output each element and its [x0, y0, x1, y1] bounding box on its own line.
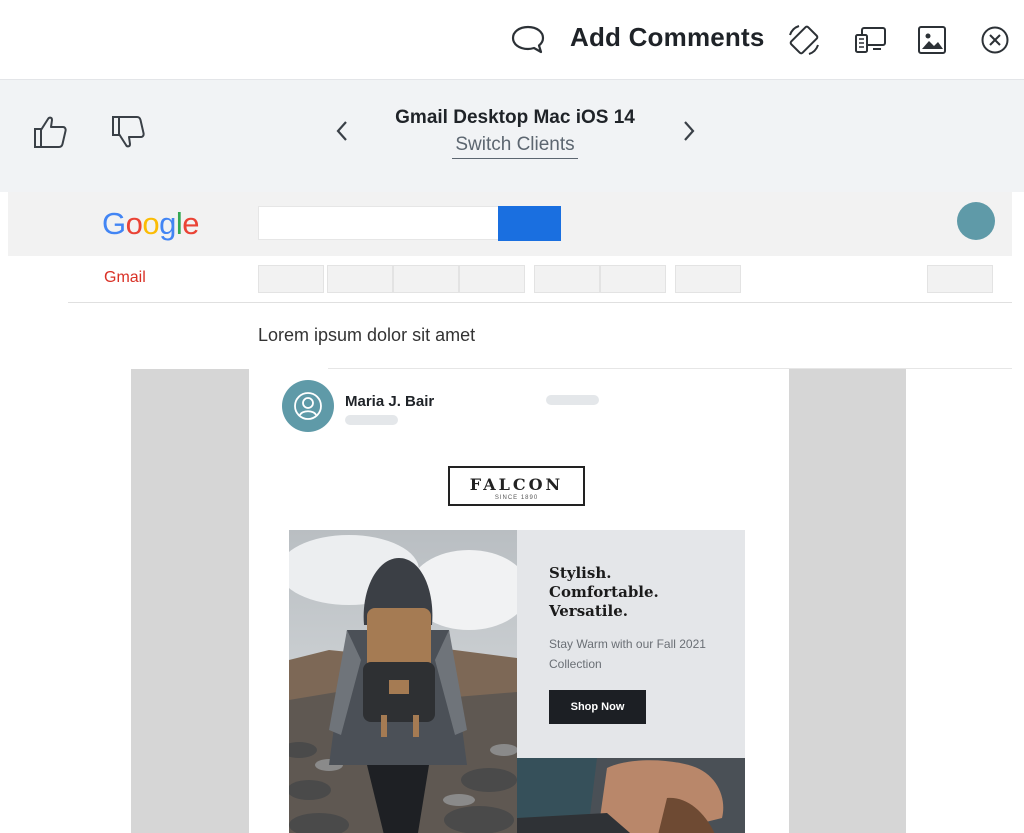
email-subject: Lorem ipsum dolor sit amet	[258, 325, 476, 345]
thumbs-up-icon[interactable]	[28, 110, 72, 154]
falcon-logo: FALCON SINCE 1890	[448, 466, 585, 506]
gmail-toolbar-button[interactable]	[459, 265, 525, 293]
gmail-toolbar-button[interactable]	[600, 265, 666, 293]
shop-now-button[interactable]: Shop Now	[549, 690, 646, 724]
gmail-toolbar-button[interactable]	[327, 265, 393, 293]
gmail-toolbar-button[interactable]	[675, 265, 741, 293]
client-name: Gmail Desktop Mac iOS 14	[395, 107, 635, 128]
gmail-account-avatar[interactable]	[957, 202, 995, 240]
sender-avatar	[282, 380, 334, 432]
thumbs-down-icon[interactable]	[106, 110, 150, 154]
next-client-chevron-icon[interactable]	[674, 116, 704, 146]
comment-icon[interactable]	[508, 20, 548, 60]
client-bar: Gmail Desktop Mac iOS 14 Switch Clients	[0, 80, 1024, 192]
gmail-header: Google	[8, 192, 1012, 256]
gmail-toolbar-button[interactable]	[258, 265, 324, 293]
gmail-toolbar: Gmail	[8, 256, 1012, 302]
gmail-toolbar-button[interactable]	[927, 265, 993, 293]
previous-client-chevron-icon[interactable]	[327, 116, 357, 146]
promo-headline: Stylish. Comfortable. Versatile.	[549, 564, 659, 620]
top-toolbar: Add Comments	[0, 0, 1024, 80]
image-icon[interactable]	[912, 20, 952, 60]
promo-panel: Stylish. Comfortable. Versatile. Stay Wa…	[517, 530, 745, 758]
right-gutter	[789, 369, 906, 833]
email-preview-window: Add Comments Gmail Desktop Mac iOS 14 Sw…	[0, 0, 1024, 833]
email-body: Maria J. Bair FALCON SINCE 1890 Stylish.…	[249, 369, 789, 833]
rotate-icon[interactable]	[784, 20, 824, 60]
gmail-search-button[interactable]	[498, 206, 561, 241]
google-logo: Google	[102, 206, 200, 241]
hiker-photo	[289, 530, 517, 833]
sender-name: Maria J. Bair	[345, 393, 435, 410]
boots-photo	[517, 758, 745, 833]
switch-clients-link[interactable]: Switch Clients	[452, 134, 578, 159]
falcon-since: SINCE 1890	[494, 495, 539, 501]
gmail-toolbar-button[interactable]	[393, 265, 459, 293]
gmail-preview: Google Gmail Lorem ipsum dolor sit amet	[8, 192, 1012, 833]
falcon-wordmark: FALCON	[469, 475, 564, 494]
gmail-search-input[interactable]	[258, 206, 499, 240]
add-comments-title[interactable]: Add Comments	[570, 22, 765, 53]
placeholder-bar	[345, 415, 398, 425]
left-gutter	[131, 369, 249, 833]
gmail-toolbar-button[interactable]	[534, 265, 600, 293]
gmail-label[interactable]: Gmail	[104, 269, 146, 287]
divider	[68, 302, 1012, 303]
user-icon	[294, 392, 322, 420]
close-icon[interactable]	[975, 20, 1015, 60]
promo-subheading: Stay Warm with our Fall 2021 Collection	[549, 637, 706, 671]
placeholder-bar	[546, 395, 599, 405]
devices-icon[interactable]	[850, 20, 890, 60]
